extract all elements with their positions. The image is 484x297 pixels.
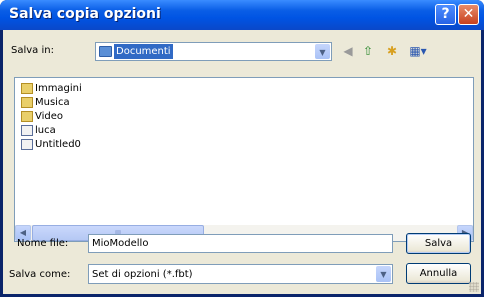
chevron-down-icon: ▼	[376, 266, 391, 282]
back-icon[interactable]: ◀	[340, 43, 356, 59]
file-icon	[21, 138, 33, 150]
title-bar[interactable]: Salva copia opzioni ? ✕	[0, 0, 484, 30]
file-icon	[21, 124, 33, 136]
filename-input[interactable]: MioModello	[88, 234, 393, 253]
new-folder-icon[interactable]: ✱	[384, 43, 400, 59]
cancel-button[interactable]: Annulla	[406, 263, 471, 284]
help-button[interactable]: ?	[435, 4, 456, 25]
save-in-label: Salva in:	[11, 45, 54, 56]
folder-video-icon	[21, 110, 33, 122]
list-item[interactable]: Immagini	[21, 82, 82, 96]
list-item[interactable]: Musica	[21, 96, 70, 110]
file-list[interactable]: Immagini Musica Video luca Untitled0 ◀ ▥…	[14, 77, 474, 242]
file-type-value: Set di opzioni (*.fbt)	[92, 269, 193, 280]
close-icon: ✕	[462, 6, 475, 22]
dialog-window: Salva copia opzioni ? ✕ Salva in: Docume…	[0, 0, 484, 297]
save-button[interactable]: Salva	[406, 233, 471, 254]
dialog-body: Salva in: Documenti ▼ ◀ ⇧ ✱ ▦▾ Immagini …	[3, 30, 481, 294]
save-as-label: Salva come:	[9, 269, 71, 280]
folder-icon	[99, 46, 112, 57]
view-menu-icon[interactable]: ▦▾	[406, 43, 430, 59]
resize-grip[interactable]	[469, 282, 479, 292]
list-item[interactable]: luca	[21, 124, 56, 138]
save-in-dropdown[interactable]: Documenti ▼	[95, 42, 332, 61]
file-type-dropdown[interactable]: Set di opzioni (*.fbt) ▼	[88, 264, 393, 284]
folder-images-icon	[21, 82, 33, 94]
chevron-left-icon: ◀	[19, 228, 27, 237]
dialog-title: Salva copia opzioni	[9, 6, 161, 22]
folder-music-icon	[21, 96, 33, 108]
list-item[interactable]: Untitled0	[21, 138, 81, 152]
filename-label: Nome file:	[17, 238, 69, 249]
help-icon: ?	[441, 6, 450, 22]
list-item[interactable]: Video	[21, 110, 63, 124]
close-button[interactable]: ✕	[458, 4, 479, 25]
chevron-down-icon: ▼	[315, 44, 330, 59]
save-in-value: Documenti	[114, 44, 173, 59]
up-folder-icon[interactable]: ⇧	[360, 43, 376, 59]
